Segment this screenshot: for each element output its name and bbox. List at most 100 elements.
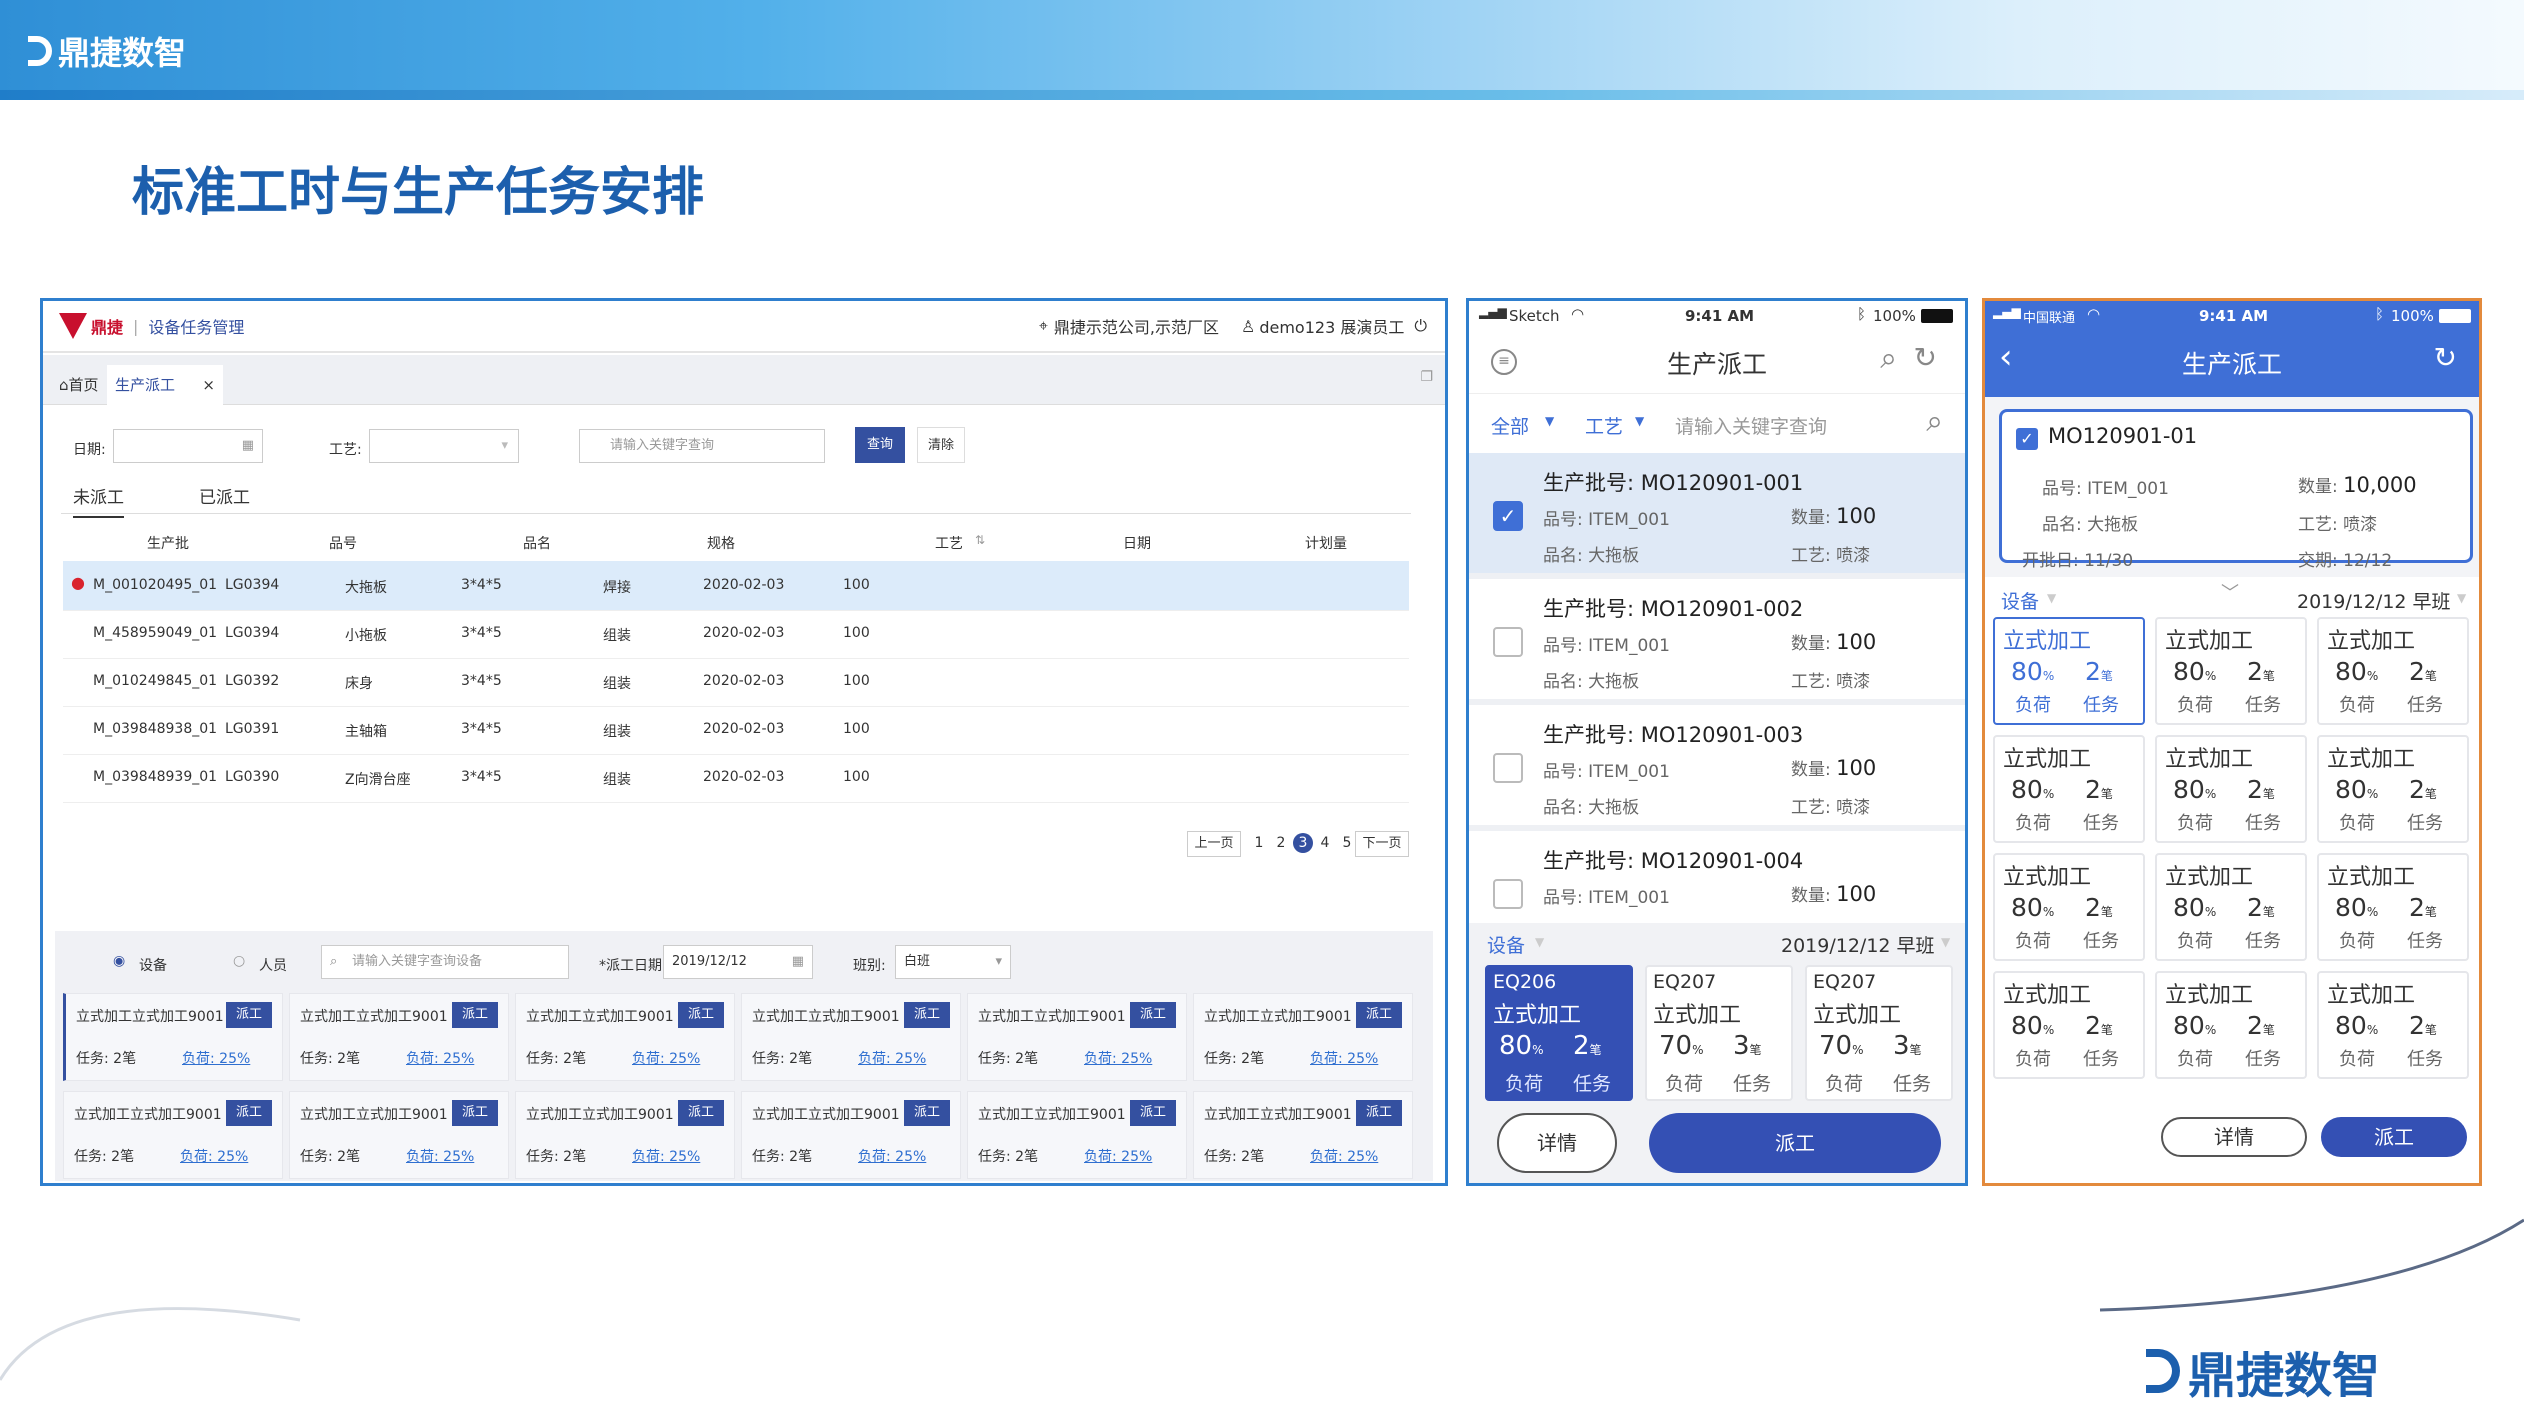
copy-icon[interactable]: ❐ [1420,369,1433,385]
equipment-card[interactable]: 立式加工立式加工9001 派工 任务: 2笔 负荷: 25% [289,1091,509,1179]
prev-page-button[interactable]: 上一页 [1187,831,1241,857]
card-dispatch-button[interactable]: 派工 [678,1002,724,1028]
table-row[interactable]: M_010249845_01 LG0392 床身 3*4*5 组装 2020-02-03 1… [63,657,1409,707]
equipment-tile[interactable]: 立式加工 80% 2笔 负荷 任务 [1993,617,2145,725]
table-row[interactable]: M_458959049_01 LG0394 小拖板 3*4*5 组装 2020-02-03… [63,609,1409,659]
date-input[interactable]: ▦ [113,429,263,463]
calendar-icon[interactable]: ▦ [242,430,254,462]
next-page-button[interactable]: 下一页 [1355,831,1409,857]
equipment-tile[interactable]: 立式加工 80% 2笔 负荷 任务 [2317,617,2469,725]
card-load[interactable]: 负荷: 25% [406,1048,474,1068]
dispatch-button[interactable]: 派工 [2321,1117,2467,1157]
card-dispatch-button[interactable]: 派工 [226,1002,272,1028]
logout-icon[interactable]: ⏻ [1414,316,1427,336]
card-load[interactable]: 负荷: 25% [858,1146,926,1166]
phone1-search-input[interactable]: 请输入关键字查询 [1675,412,1827,439]
detail-button[interactable]: 详情 [2161,1117,2307,1157]
refresh-icon[interactable]: ↻ [2434,341,2457,374]
device-search-input[interactable]: ⌕ 请输入关键字查询设备 [321,945,569,979]
radio-person-icon[interactable]: ○ [233,953,245,969]
equipment-tile[interactable]: 立式加工 80% 2笔 负荷 任务 [2155,617,2307,725]
card-dispatch-button[interactable]: 派工 [452,1100,498,1126]
detail-button[interactable]: 详情 [1497,1113,1617,1173]
table-row[interactable]: M_039848938_01 LG0391 主轴箱 3*4*5 组装 2020-02-03… [63,705,1409,755]
date-shift[interactable]: 2019/12/12 早班 [2297,587,2451,614]
sort-icon[interactable]: ⇅ [975,533,985,547]
equipment-tile[interactable]: EQ207 立式加工 70% 3笔 负荷 任务 [1645,965,1793,1101]
equipment-card[interactable]: 立式加工立式加工9001 派工 任务: 2笔 负荷: 25% [63,993,283,1081]
page-number[interactable]: 2 [1271,833,1291,853]
equipment-card[interactable]: 立式加工立式加工9001 派工 任务: 2笔 负荷: 25% [741,993,961,1081]
card-load[interactable]: 负荷: 25% [1310,1048,1378,1068]
equipment-tile[interactable]: 立式加工 80% 2笔 负荷 任务 [2317,735,2469,843]
card-dispatch-button[interactable]: 派工 [1356,1100,1402,1126]
equipment-tile[interactable]: 立式加工 80% 2笔 负荷 任务 [1993,971,2145,1079]
card-dispatch-button[interactable]: 派工 [904,1002,950,1028]
shift-select[interactable]: 白班 ▾ [895,945,1011,979]
checkbox-checked-icon[interactable]: ✓ [1493,501,1523,531]
equipment-card[interactable]: 立式加工立式加工9001 派工 任务: 2笔 负荷: 25% [289,993,509,1081]
device-filter[interactable]: 设备 [2001,587,2039,614]
checkbox-icon[interactable] [1493,879,1523,909]
clear-button[interactable]: 清除 [917,427,965,463]
search-icon[interactable]: ⌕ [1880,341,1897,376]
equipment-tile[interactable]: 立式加工 80% 2笔 负荷 任务 [2155,971,2307,1079]
card-dispatch-button[interactable]: 派工 [226,1100,272,1126]
equipment-tile[interactable]: 立式加工 80% 2笔 负荷 任务 [2317,853,2469,961]
checkbox-checked-icon[interactable]: ✓ [2016,428,2038,450]
search-icon[interactable]: ⌕ [1926,404,1943,439]
radio-device-icon[interactable]: ◉ [113,953,125,969]
task-item[interactable]: ✓ 生产批号: MO120901-001 品号: ITEM_001 数量: 100 品名… [1469,453,1965,573]
equipment-tile[interactable]: EQ206 立式加工 80% 2笔 负荷 任务 [1485,965,1633,1101]
filter-all[interactable]: 全部 [1491,412,1529,439]
card-load[interactable]: 负荷: 25% [182,1048,250,1068]
date-shift[interactable]: 2019/12/12 早班 [1781,931,1935,958]
equipment-tile[interactable]: 立式加工 80% 2笔 负荷 任务 [1993,853,2145,961]
dispatch-date-input[interactable]: 2019/12/12 ▦ [663,945,813,979]
equipment-card[interactable]: 立式加工立式加工9001 派工 任务: 2笔 负荷: 25% [515,993,735,1081]
card-load[interactable]: 负荷: 25% [632,1048,700,1068]
equipment-card[interactable]: 立式加工立式加工9001 派工 任务: 2笔 负荷: 25% [1193,1091,1413,1179]
table-row[interactable]: ● M_001020495_01 LG0394 大拖板 3*4*5 焊接 2020-02-0… [63,561,1409,611]
task-item[interactable]: 生产批号: MO120901-002 品号: ITEM_001 数量: 100 品名:… [1469,579,1965,699]
card-dispatch-button[interactable]: 派工 [1130,1100,1176,1126]
card-load[interactable]: 负荷: 25% [180,1146,248,1166]
equipment-card[interactable]: 立式加工立式加工9001 派工 任务: 2笔 负荷: 25% [515,1091,735,1179]
equipment-card[interactable]: 立式加工立式加工9001 派工 任务: 2笔 负荷: 25% [741,1091,961,1179]
refresh-icon[interactable]: ↻ [1914,341,1937,374]
collapse-chevron-icon[interactable]: ﹀ [2221,579,2239,605]
card-load[interactable]: 负荷: 25% [858,1048,926,1068]
search-input[interactable]: 请输入关键字查询 [579,429,825,463]
tab-dispatch[interactable]: 生产派工 × [107,365,223,405]
page-number[interactable]: 4 [1315,833,1335,853]
query-button[interactable]: 查询 [855,427,905,463]
equipment-tile[interactable]: EQ207 立式加工 70% 3笔 负荷 任务 [1805,965,1953,1101]
craft-select[interactable]: ▾ [369,429,519,463]
equipment-tile[interactable]: 立式加工 80% 2笔 负荷 任务 [2155,735,2307,843]
page-number[interactable]: 5 [1337,833,1357,853]
pc-location[interactable]: 鼎捷示范公司,示范厂区 [1054,314,1219,338]
equipment-tile[interactable]: 立式加工 80% 2笔 负荷 任务 [2155,853,2307,961]
checkbox-icon[interactable] [1493,627,1523,657]
card-dispatch-button[interactable]: 派工 [678,1100,724,1126]
equipment-card[interactable]: 立式加工立式加工9001 派工 任务: 2笔 负荷: 25% [1193,993,1413,1081]
card-load[interactable]: 负荷: 25% [1084,1048,1152,1068]
filter-craft[interactable]: 工艺 [1585,412,1623,439]
order-card[interactable]: ✓ MO120901-01 品号: ITEM_001 数量: 10,000 品名… [1999,409,2473,571]
dispatch-button[interactable]: 派工 [1649,1113,1941,1173]
equipment-card[interactable]: 立式加工立式加工9001 派工 任务: 2笔 负荷: 25% [967,993,1187,1081]
checkbox-icon[interactable] [1493,753,1523,783]
task-item[interactable]: 生产批号: MO120901-003 品号: ITEM_001 数量: 100 品名:… [1469,705,1965,825]
card-dispatch-button[interactable]: 派工 [1356,1002,1402,1028]
card-dispatch-button[interactable]: 派工 [904,1100,950,1126]
equipment-card[interactable]: 立式加工立式加工9001 派工 任务: 2笔 负荷: 25% [967,1091,1187,1179]
card-load[interactable]: 负荷: 25% [1310,1146,1378,1166]
equipment-card[interactable]: 立式加工立式加工9001 派工 任务: 2笔 负荷: 25% [63,1091,283,1179]
card-load[interactable]: 负荷: 25% [632,1146,700,1166]
card-load[interactable]: 负荷: 25% [1084,1146,1152,1166]
equipment-tile[interactable]: 立式加工 80% 2笔 负荷 任务 [1993,735,2145,843]
page-number[interactable]: 1 [1249,833,1269,853]
card-load[interactable]: 负荷: 25% [406,1146,474,1166]
tab-home[interactable]: ⌂首页 [51,365,107,405]
calendar-icon[interactable]: ▦ [792,946,804,978]
